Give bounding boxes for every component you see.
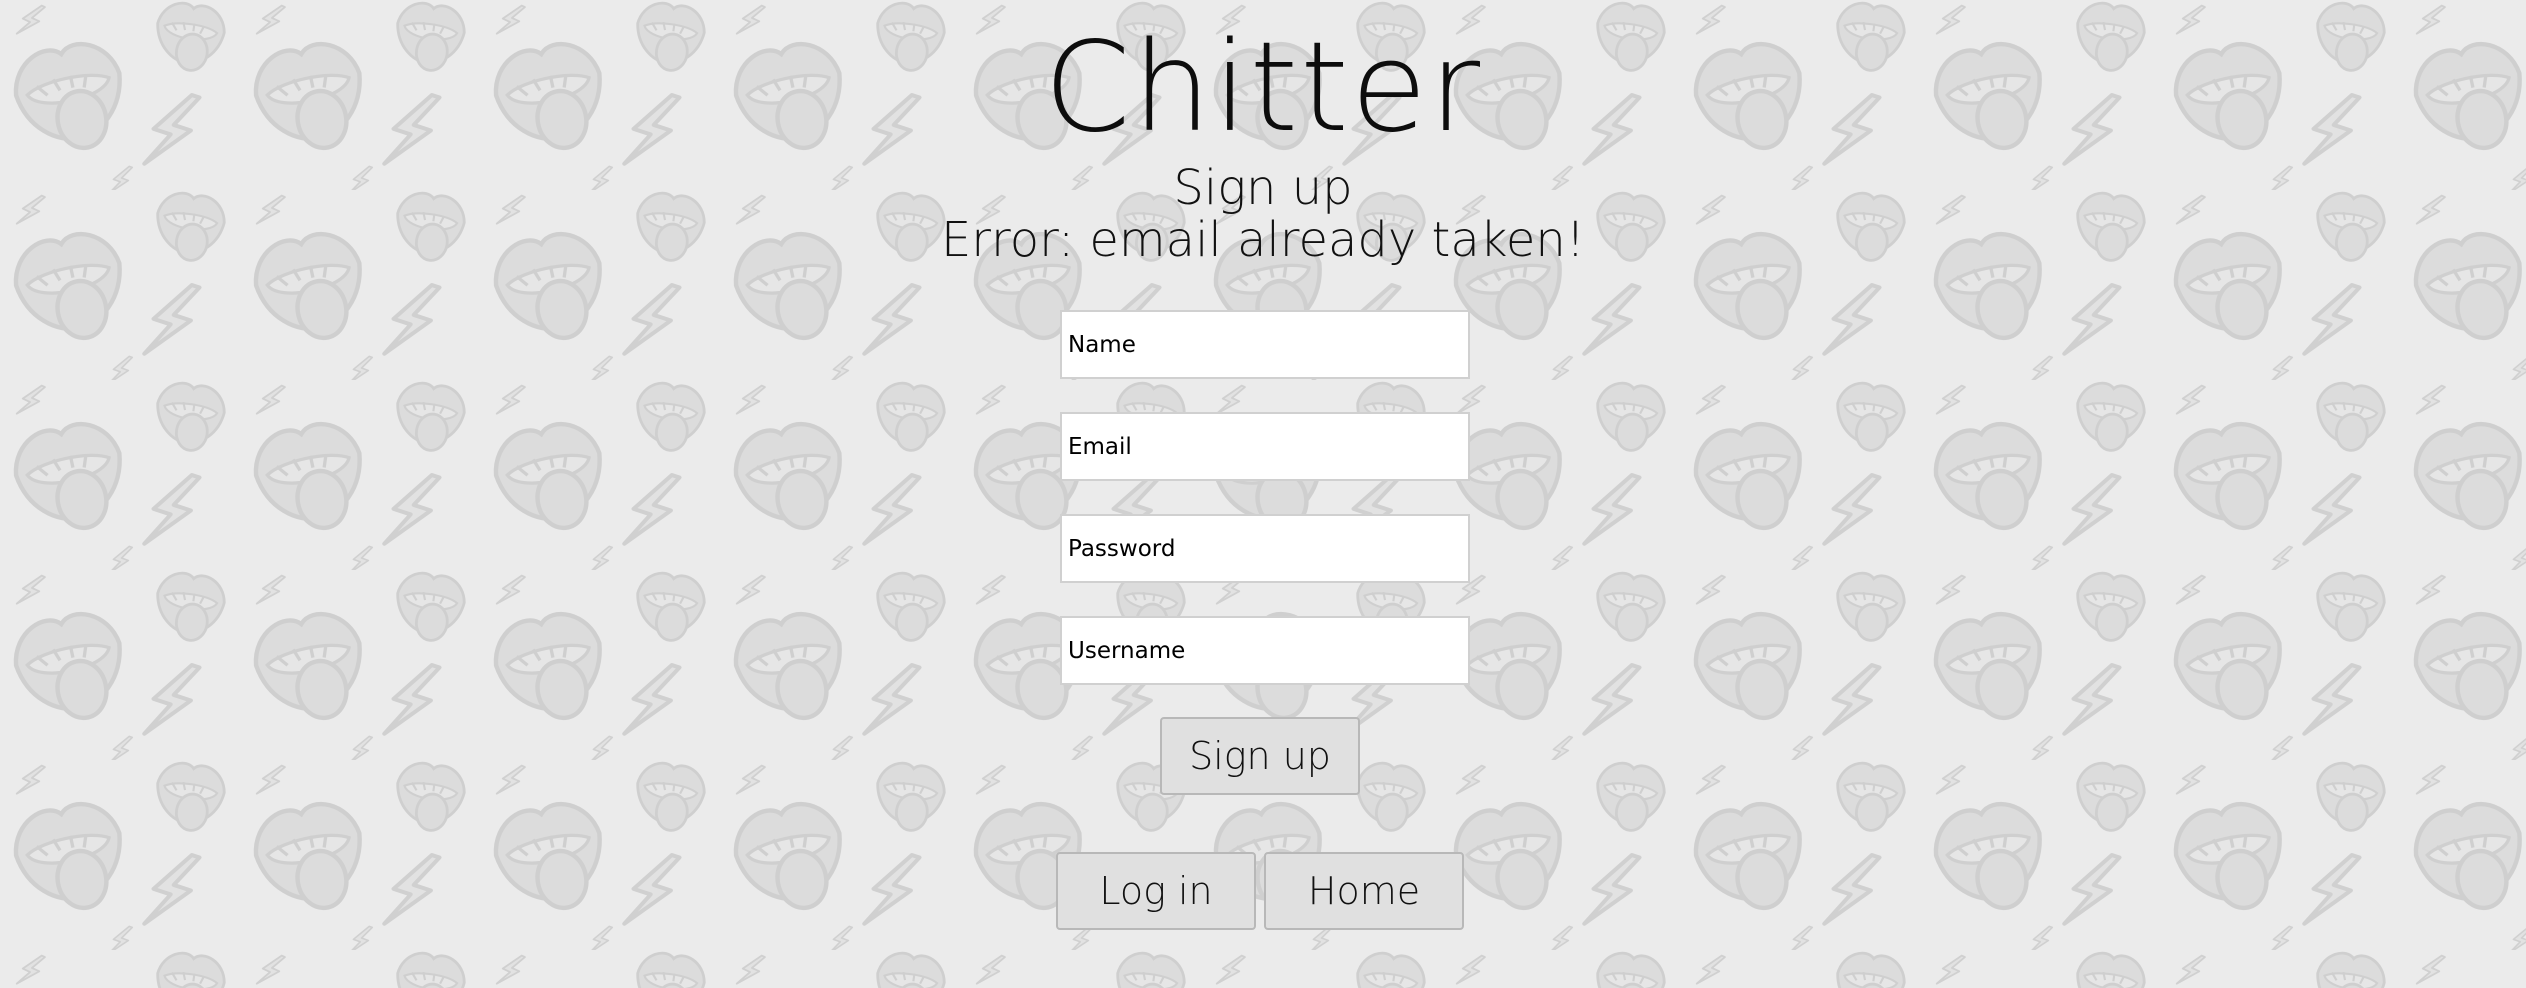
login-button[interactable]: Log in <box>1056 852 1256 930</box>
username-field[interactable] <box>1060 616 1470 685</box>
app-title: Chitter <box>1043 16 1483 160</box>
signup-button[interactable]: Sign up <box>1160 717 1360 795</box>
home-button[interactable]: Home <box>1264 852 1464 930</box>
error-message: Error: email already taken! <box>940 212 1586 268</box>
form-heading: Sign up <box>1173 160 1353 216</box>
password-field[interactable] <box>1060 514 1470 583</box>
email-field[interactable] <box>1060 412 1470 481</box>
signup-page: Chitter Sign up Error: email already tak… <box>0 0 2526 988</box>
name-field[interactable] <box>1060 310 1470 379</box>
